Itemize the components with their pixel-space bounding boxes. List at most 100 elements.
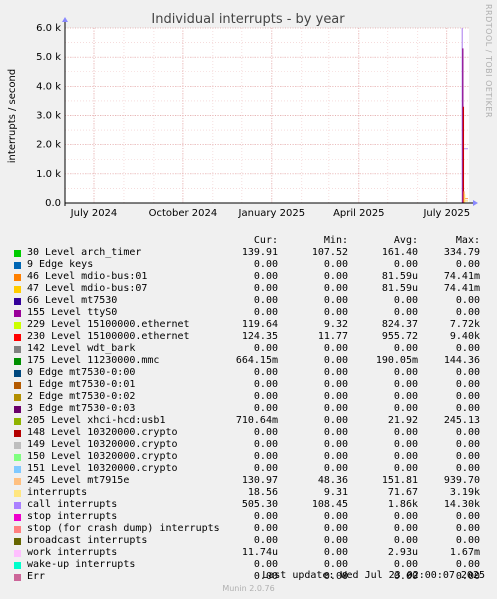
legend-row: stop (for crash dump) interrupts 0.00 0.00…	[12, 523, 490, 535]
legend-row: 245 Level mt7915e 130.97 48.36 151.81 939.70	[12, 475, 490, 487]
legend-name: 1 Edge mt7530-0:01	[27, 379, 136, 390]
legend-name: call interrupts	[27, 499, 118, 510]
legend-row: call interrupts 505.30 108.45 1.86k 14.30k	[12, 499, 490, 511]
legend-max: 0.00	[455, 403, 480, 414]
legend-avg: 2.93u	[387, 547, 418, 558]
legend-name: wake-up interrupts	[27, 559, 136, 570]
legend-min: 0.00	[323, 403, 348, 414]
legend-name: 155 Level ttyS0	[27, 307, 118, 318]
legend-row: 30 Level arch_timer 139.91 107.52 161.40 334…	[12, 247, 490, 259]
legend-max: 0.00	[455, 367, 480, 378]
legend-cur: 18.56	[247, 487, 278, 498]
legend-swatch	[14, 298, 21, 305]
legend-swatch	[14, 262, 21, 269]
legend-avg: 81.59u	[381, 271, 418, 282]
legend-swatch	[14, 286, 21, 293]
chart-area: 0.0 1.0 k 2.0 k 3.0 k 4.0 k 5.0 k 6.0 k July 20…	[7, 12, 478, 219]
legend-cur: 0.00	[253, 439, 278, 450]
x-axis-arrow	[473, 200, 478, 206]
legend-row: 1 Edge mt7530-0:01 0.00 0.00 0.00 0.00	[12, 379, 490, 391]
legend-min: 0.00	[323, 283, 348, 294]
legend-max: 0.00	[455, 439, 480, 450]
legend-min: 0.00	[323, 415, 348, 426]
legend-row: 175 Level 11230000.mmc 664.15m 0.00 190.05m…	[12, 355, 490, 367]
legend-header-cur: Cur:	[253, 235, 278, 246]
legend-row: 2 Edge mt7530-0:02 0.00 0.00 0.00 0.00	[12, 391, 490, 403]
y-tick-label: 3.0 k	[36, 111, 61, 122]
legend-name: 205 Level xhci-hcd:usb1	[27, 415, 166, 426]
legend-min: 0.00	[323, 271, 348, 282]
legend-avg: 1.86k	[387, 499, 418, 510]
legend-swatch	[14, 562, 21, 569]
legend-cur: 139.91	[241, 247, 278, 258]
chart-title: Individual interrupts - by year	[151, 12, 345, 27]
legend-avg: 0.00	[393, 391, 418, 402]
legend-min: 0.00	[323, 451, 348, 462]
legend-max: 74.41m	[443, 283, 480, 294]
legend-name: interrupts	[27, 487, 88, 498]
legend-max: 3.19k	[449, 487, 480, 498]
y-axis-arrow	[62, 17, 68, 22]
legend-avg: 0.00	[393, 307, 418, 318]
legend-cur: 0.00	[253, 463, 278, 474]
legend-max: 0.00	[455, 511, 480, 522]
legend-name: 2 Edge mt7530-0:02	[27, 391, 136, 402]
legend-cur: 505.30	[241, 499, 278, 510]
legend-swatch	[14, 418, 21, 425]
x-tick-label: April 2025	[333, 208, 384, 219]
legend-avg: 0.00	[393, 259, 418, 270]
legend-max: 0.00	[455, 451, 480, 462]
munin-version-footer: Munin 2.0.76	[222, 584, 275, 593]
x-tick-label: October 2024	[149, 208, 218, 219]
legend-row: 205 Level xhci-hcd:usb1 710.64m 0.00 21.92 2…	[12, 415, 490, 427]
legend-swatch	[14, 466, 21, 473]
legend-row: 149 Level 10320000.crypto 0.00 0.00 0.00 0.0…	[12, 439, 490, 451]
legend-min: 0.00	[323, 295, 348, 306]
legend-header-max: Max:	[455, 235, 480, 246]
legend-max: 14.30k	[443, 499, 480, 510]
legend-avg: 0.00	[393, 367, 418, 378]
legend-min: 0.00	[323, 343, 348, 354]
legend-min: 0.00	[323, 535, 348, 546]
legend-min: 0.00	[323, 379, 348, 390]
legend-swatch	[14, 490, 21, 497]
legend-min: 0.00	[323, 307, 348, 318]
legend-name: 9 Edge keys	[27, 259, 94, 270]
legend-swatch	[14, 370, 21, 377]
legend-name: 245 Level mt7915e	[27, 475, 130, 486]
legend-max: 9.40k	[449, 331, 480, 342]
legend-name: 30 Level arch_timer	[27, 247, 142, 258]
legend-row: 230 Level 15100000.ethernet 124.35 11.77 95…	[12, 331, 490, 343]
legend-min: 107.52	[311, 247, 348, 258]
legend-max: 0.00	[455, 427, 480, 438]
legend-row: 3 Edge mt7530-0:03 0.00 0.00 0.00 0.00	[12, 403, 490, 415]
legend-row: 46 Level mdio-bus:01 0.00 0.00 81.59u 74.41m	[12, 271, 490, 283]
legend-min: 0.00	[323, 463, 348, 474]
legend-avg: 0.00	[393, 523, 418, 534]
legend-swatch	[14, 358, 21, 365]
legend-max: 144.36	[443, 355, 480, 366]
legend-min: 0.00	[323, 547, 348, 558]
legend-avg: 0.00	[393, 295, 418, 306]
legend-min: 48.36	[317, 475, 348, 486]
legend-avg: 824.37	[381, 319, 418, 330]
legend-row: interrupts 18.56 9.31 71.67 3.19k	[12, 487, 490, 499]
legend-avg: 0.00	[393, 511, 418, 522]
legend-swatch	[14, 430, 21, 437]
legend-min: 0.00	[323, 367, 348, 378]
legend-row: 150 Level 10320000.crypto 0.00 0.00 0.00 0.0…	[12, 451, 490, 463]
legend-avg: 71.67	[387, 487, 418, 498]
legend-name: 142 Level wdt_bark	[27, 343, 136, 354]
legend-max: 245.13	[443, 415, 480, 426]
legend-cur: 119.64	[241, 319, 278, 330]
legend-cur: 124.35	[241, 331, 278, 342]
legend-min: 0.00	[323, 511, 348, 522]
legend-row: work interrupts 11.74u 0.00 2.93u 1.67m	[12, 547, 490, 559]
legend-cur: 0.00	[253, 259, 278, 270]
legend-avg: 955.72	[381, 331, 418, 342]
legend-avg: 190.05m	[375, 355, 418, 366]
legend-swatch	[14, 538, 21, 545]
legend-name: 3 Edge mt7530-0:03	[27, 403, 136, 414]
legend-avg: 21.92	[387, 415, 418, 426]
legend-cur: 0.00	[253, 367, 278, 378]
